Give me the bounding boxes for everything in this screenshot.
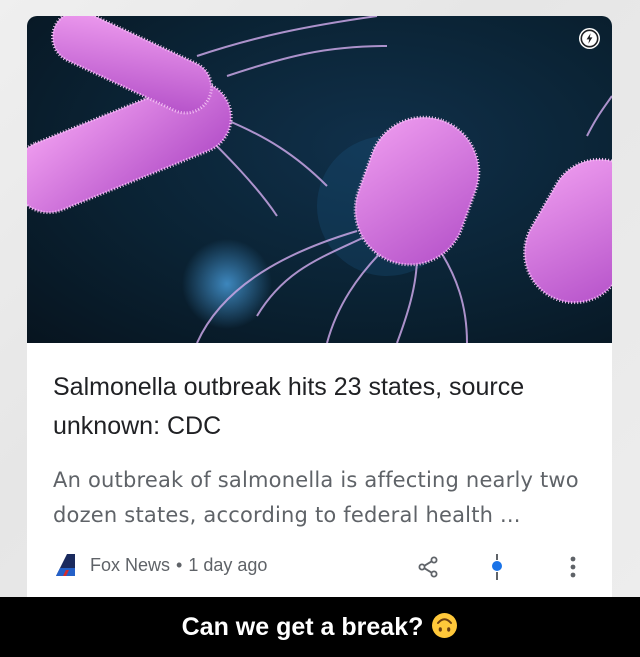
source-name[interactable]: Fox News [90,555,170,575]
share-button[interactable] [416,555,440,579]
more-vertical-icon [570,556,576,578]
article-snippet: An outbreak of salmonella is affecting n… [53,468,579,527]
published-time: 1 day ago [188,554,268,575]
meta-separator: • [176,554,183,575]
fox-news-logo [53,554,77,576]
bacteria-illustration [27,16,612,343]
hero-image[interactable] [27,16,612,343]
news-card[interactable]: Salmonella outbreak hits 23 states, sour… [27,16,612,597]
share-icon [418,556,438,578]
upside-down-face-emoji [432,613,458,638]
article-meta: Fox News • 1 day ago [53,552,267,578]
meme-caption-bar: Can we get a break? [0,597,640,657]
pin-icon [492,554,502,580]
pin-button[interactable] [489,553,505,581]
more-options-button[interactable] [569,556,577,578]
meme-caption: Can we get a break? [182,612,459,642]
amp-lightning-icon [579,28,600,49]
source-and-time: Fox News • 1 day ago [90,555,267,576]
caption-text: Can we get a break? [181,613,424,641]
article-headline[interactable]: Salmonella outbreak hits 23 states, sour… [53,368,593,446]
